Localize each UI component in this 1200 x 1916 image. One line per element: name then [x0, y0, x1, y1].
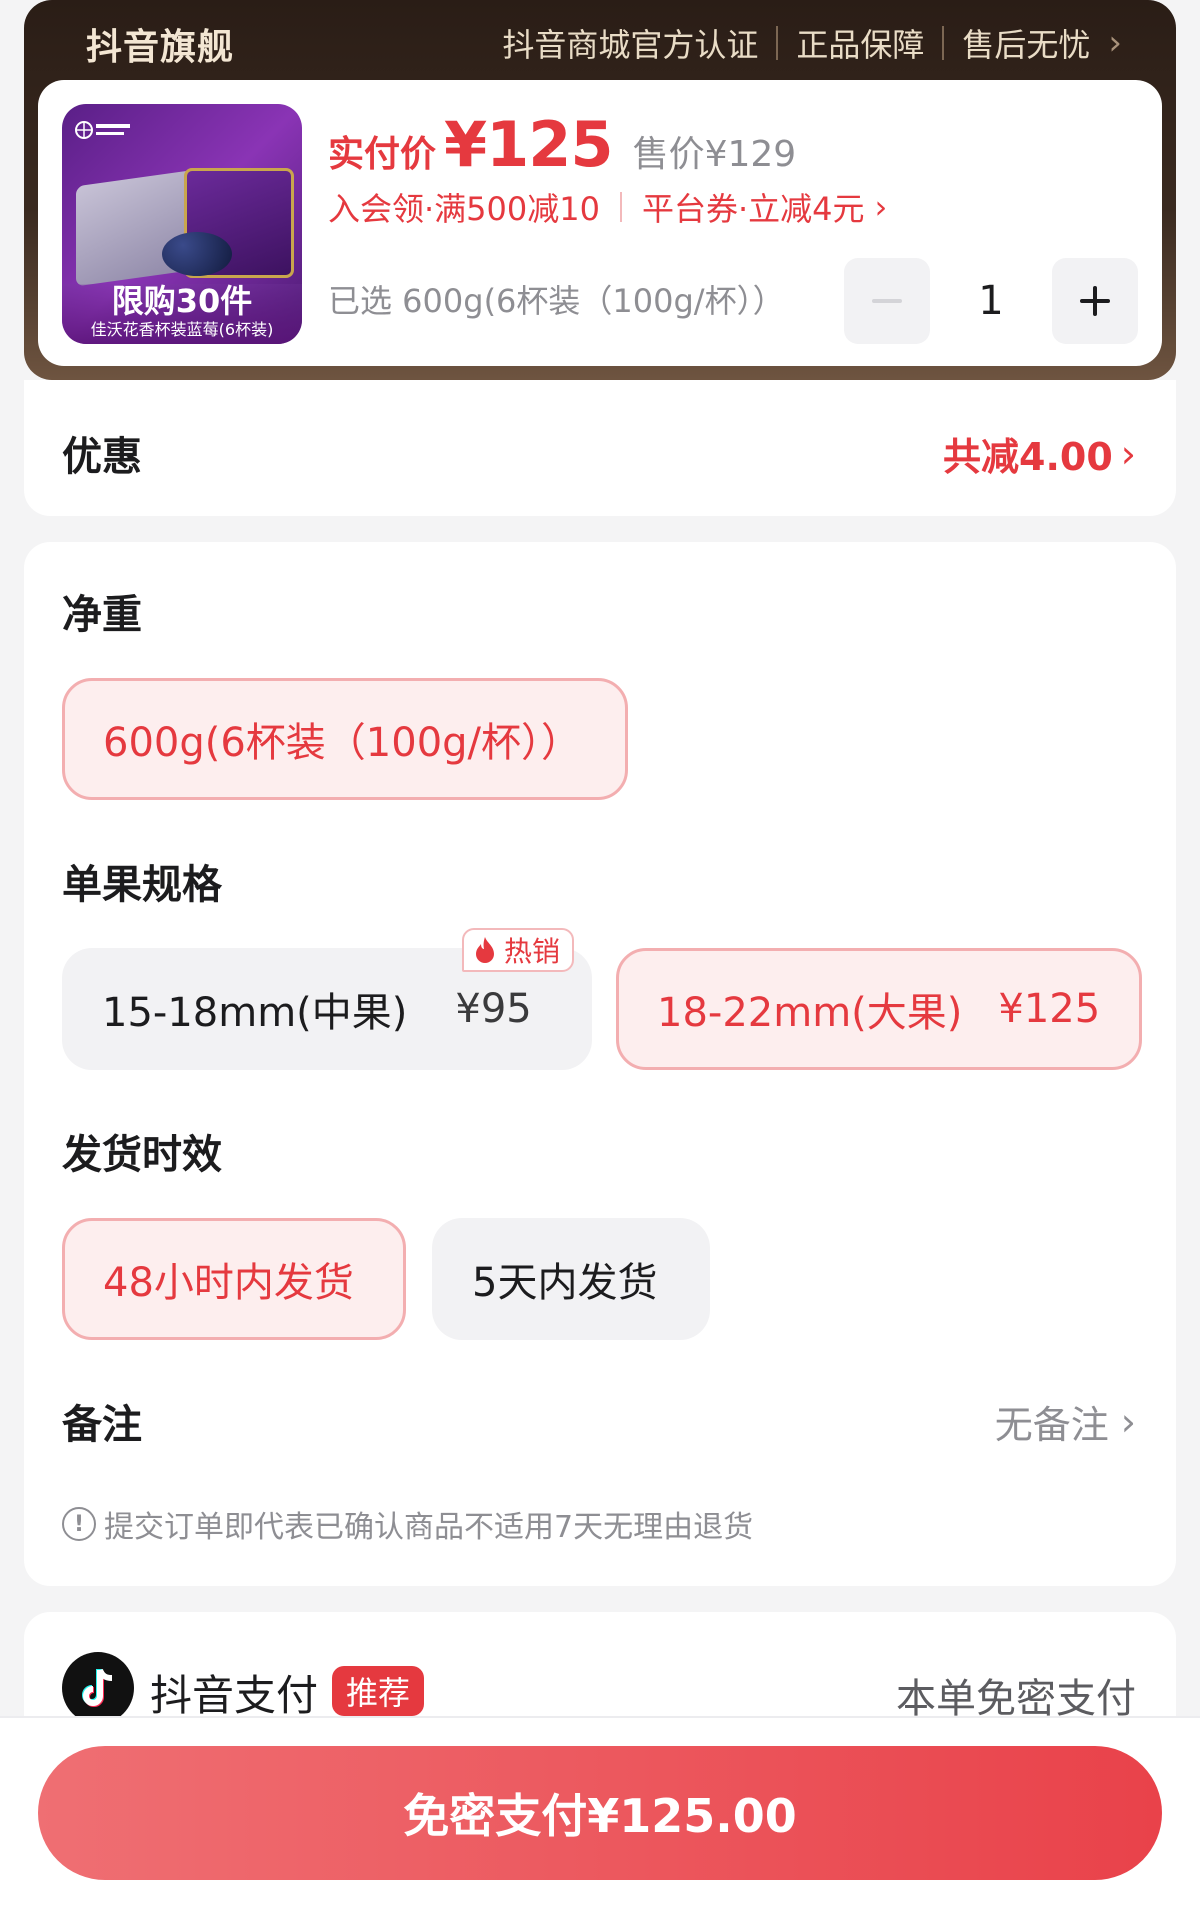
discount-amount: 共减4.00	[943, 435, 1113, 479]
hot-sale-badge: 热销	[462, 928, 575, 972]
hot-sale-text: 热销	[504, 935, 561, 968]
promo-coupon: 平台券·立减4元	[641, 190, 865, 228]
badge-aftersale: 售后无忧	[962, 26, 1091, 64]
spec-card: 净重 600g(6杯装（100g/杯）） 单果规格 15-18mm(中果) ¥9…	[24, 542, 1176, 1586]
blueberries	[162, 232, 232, 276]
option-fruit-size-large[interactable]: 18-22mm(大果) ¥125	[616, 948, 1142, 1070]
store-name: 抖音旗舰	[86, 27, 235, 68]
discount-label: 优惠	[62, 434, 142, 480]
option-net-weight-600g[interactable]: 600g(6杯装（100g/杯））	[62, 678, 628, 800]
divider	[942, 26, 945, 60]
option-label: 600g(6杯装（100g/杯））	[103, 720, 582, 766]
option-shipping-5d[interactable]: 5天内发货	[432, 1218, 710, 1340]
return-policy-notice: ! 提交订单即代表已确认商品不适用7天无理由退货	[62, 1502, 753, 1546]
chevron-right-icon: ›	[1120, 431, 1136, 476]
divider	[619, 192, 622, 222]
info-icon: !	[62, 1507, 96, 1541]
remark-label: 备注	[62, 1402, 142, 1448]
promo-row[interactable]: 入会领·满500减10 平台券·立减4元 ›	[328, 184, 887, 230]
remark-text: 无备注	[994, 1403, 1109, 1447]
douyin-pay-logo-icon	[62, 1652, 134, 1724]
option-price: ¥95	[455, 986, 532, 1032]
brand-logo	[74, 118, 138, 148]
net-weight-title: 净重	[62, 592, 142, 638]
fruit-size-title: 单果规格	[62, 862, 222, 908]
product-card: 限购30件 佳沃花香杯装蓝莓(6杯装) 实付价 ¥125 售价¥129 入会领·…	[38, 80, 1162, 366]
quantity-decrease-button[interactable]	[844, 258, 930, 344]
notice-text: 提交订单即代表已确认商品不适用7天无理由退货	[104, 1510, 754, 1545]
option-label: 15-18mm(中果)	[102, 990, 408, 1036]
plus-icon-v	[1093, 286, 1097, 316]
discount-value[interactable]: 共减4.00 ›	[943, 426, 1136, 481]
price-value: ¥125	[444, 108, 614, 181]
payment-method-name: 抖音支付	[150, 1671, 319, 1720]
product-image[interactable]: 限购30件 佳沃花香杯装蓝莓(6杯装)	[62, 104, 302, 344]
store-badges[interactable]: 抖音商城官方认证 正品保障 售后无忧 ›	[502, 20, 1122, 66]
promo-member: 入会领·满500减10	[328, 190, 600, 228]
shipping-title: 发货时效	[62, 1132, 222, 1178]
selected-spec-summary: 已选 600g(6杯装（100g/杯））	[328, 282, 785, 320]
price-label: 实付价	[328, 134, 437, 175]
chevron-right-icon: ›	[1108, 23, 1122, 63]
option-label: 18-22mm(大果)	[657, 990, 963, 1036]
bottom-action-bar: 免密支付¥125.00	[0, 1716, 1200, 1916]
badge-genuine: 正品保障	[796, 26, 925, 64]
option-shipping-48h[interactable]: 48小时内发货	[62, 1218, 406, 1340]
original-price: 售价¥129	[632, 134, 797, 175]
product-image-caption: 佳沃花香杯装蓝莓(6杯装)	[90, 320, 274, 339]
quantity-increase-button[interactable]	[1052, 258, 1138, 344]
brand-logo-mark-icon	[75, 121, 130, 139]
chevron-right-icon: ›	[874, 188, 888, 226]
minus-icon	[872, 299, 902, 303]
recommended-badge: 推荐	[332, 1666, 425, 1716]
remark-value[interactable]: 无备注 ›	[995, 1394, 1136, 1449]
price-row: 实付价 ¥125 售价¥129	[328, 108, 796, 181]
divider	[776, 26, 779, 60]
quantity-value[interactable]: 1	[930, 258, 1052, 344]
discount-card[interactable]: 优惠 共减4.00 ›	[24, 380, 1176, 516]
option-label: 5天内发货	[472, 1260, 658, 1306]
flame-icon	[476, 937, 494, 963]
option-label: 48小时内发货	[103, 1260, 354, 1306]
pay-button[interactable]: 免密支付¥125.00	[38, 1746, 1162, 1880]
option-price: ¥125	[998, 986, 1101, 1032]
chevron-right-icon: ›	[1120, 1399, 1136, 1444]
badge-official: 抖音商城官方认证	[502, 26, 759, 64]
